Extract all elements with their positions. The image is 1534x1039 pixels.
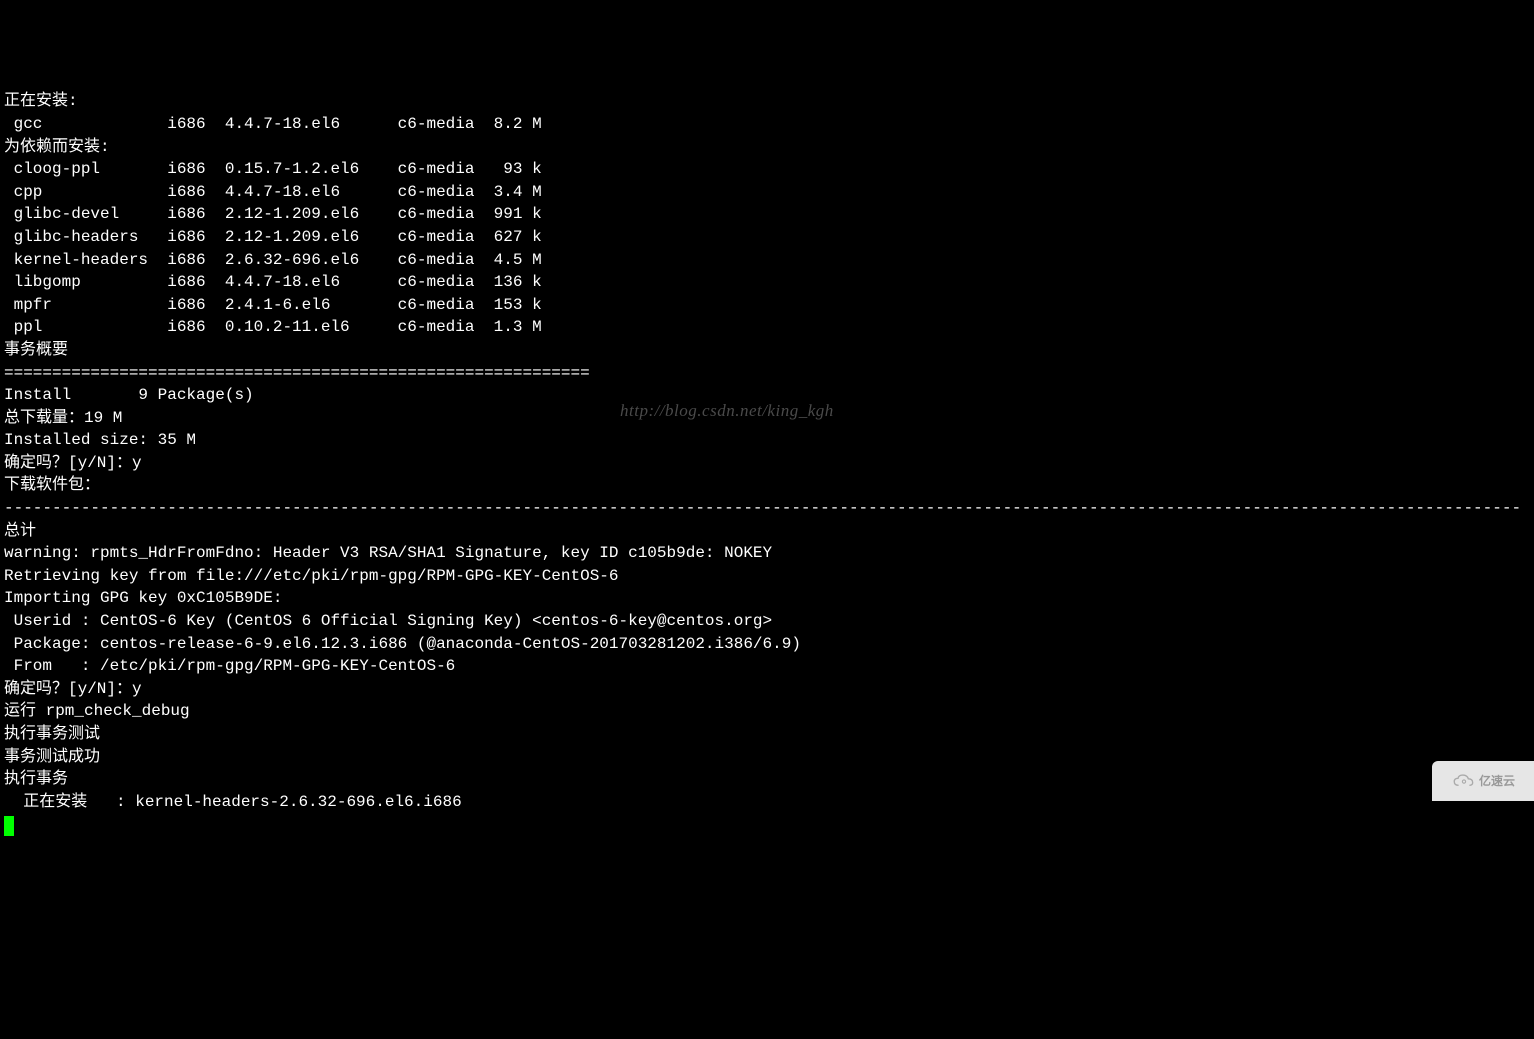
terminal-line: cloog-ppl i686 0.15.7-1.2.el6 c6-media 9… — [4, 158, 1534, 181]
logo-label: 亿速云 — [1479, 770, 1515, 793]
terminal-line: ----------------------------------------… — [4, 497, 1534, 520]
terminal-line: libgomp i686 4.4.7-18.el6 c6-media 136 k — [4, 271, 1534, 294]
terminal-line: 正在安装 : kernel-headers-2.6.32-696.el6.i68… — [4, 791, 1534, 814]
terminal-line: Userid : CentOS-6 Key (CentOS 6 Official… — [4, 610, 1534, 633]
terminal-output: 正在安装: gcc i686 4.4.7-18.el6 c6-media 8.2… — [4, 90, 1534, 836]
terminal-line: kernel-headers i686 2.6.32-696.el6 c6-me… — [4, 249, 1534, 272]
terminal-line: 执行事务 — [4, 768, 1534, 791]
terminal-line: glibc-devel i686 2.12-1.209.el6 c6-media… — [4, 203, 1534, 226]
terminal-line: 事务概要 — [4, 339, 1534, 362]
cursor — [4, 816, 14, 836]
terminal-line: From : /etc/pki/rpm-gpg/RPM-GPG-KEY-Cent… — [4, 655, 1534, 678]
cursor-line — [4, 813, 1534, 836]
terminal-line: Importing GPG key 0xC105B9DE: — [4, 587, 1534, 610]
terminal-line: 确定吗？[y/N]：y — [4, 452, 1534, 475]
watermark-text: http://blog.csdn.net/king_kgh — [620, 400, 834, 423]
terminal-line: 下载软件包： — [4, 474, 1534, 497]
terminal-line: 事务测试成功 — [4, 746, 1534, 769]
terminal-line: 正在安装: — [4, 90, 1534, 113]
terminal-line: 运行 rpm_check_debug — [4, 700, 1534, 723]
brand-logo: 亿速云 — [1432, 761, 1534, 801]
cloud-icon — [1451, 772, 1477, 790]
terminal-line: 确定吗？[y/N]：y — [4, 678, 1534, 701]
terminal-line: glibc-headers i686 2.12-1.209.el6 c6-med… — [4, 226, 1534, 249]
terminal-line: 执行事务测试 — [4, 723, 1534, 746]
terminal-line: Installed size: 35 M — [4, 429, 1534, 452]
terminal-line: warning: rpmts_HdrFromFdno: Header V3 RS… — [4, 542, 1534, 565]
terminal-line: 为依赖而安装: — [4, 136, 1534, 159]
terminal-line: Retrieving key from file:///etc/pki/rpm-… — [4, 565, 1534, 588]
terminal-line: 总计 — [4, 520, 1534, 543]
terminal-line: mpfr i686 2.4.1-6.el6 c6-media 153 k — [4, 294, 1534, 317]
terminal-line: gcc i686 4.4.7-18.el6 c6-media 8.2 M — [4, 113, 1534, 136]
terminal-line: ppl i686 0.10.2-11.el6 c6-media 1.3 M — [4, 316, 1534, 339]
terminal-line: Package: centos-release-6-9.el6.12.3.i68… — [4, 633, 1534, 656]
terminal-line: cpp i686 4.4.7-18.el6 c6-media 3.4 M — [4, 181, 1534, 204]
terminal-line: ========================================… — [4, 362, 1534, 385]
